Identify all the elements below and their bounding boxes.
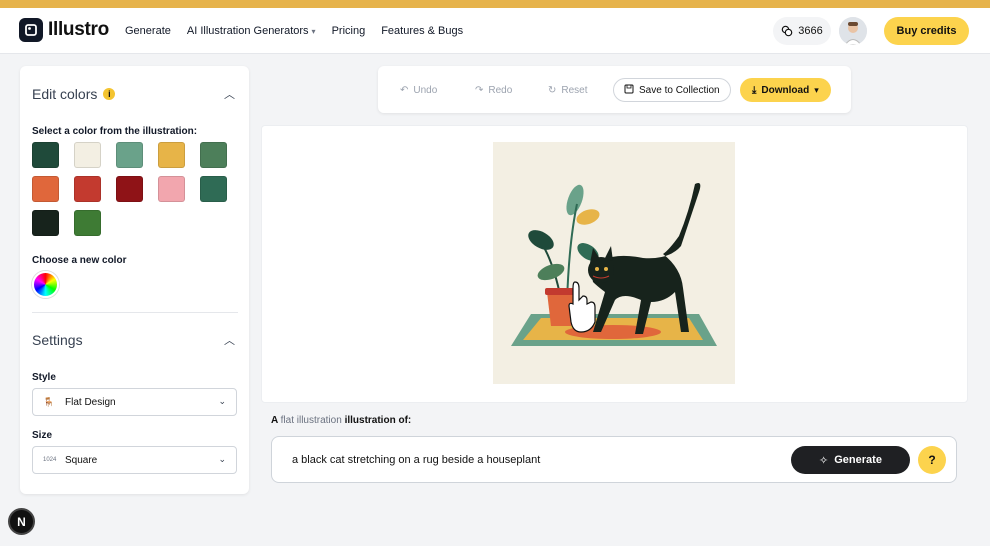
save-to-collection-button[interactable]: Save to Collection — [613, 78, 731, 102]
undo-button[interactable]: ↶ Undo — [400, 78, 437, 102]
credits-value: 3666 — [798, 25, 823, 37]
top-accent-bar — [0, 0, 990, 8]
new-color-label: Choose a new color — [32, 255, 127, 266]
info-icon[interactable]: i — [103, 88, 116, 100]
edit-colors-header[interactable]: Edit colors i — [32, 86, 116, 102]
settings-title: Settings — [32, 332, 83, 348]
nav-ai-generators-label: AI Illustration Generators — [186, 25, 309, 37]
dev-tools-badge[interactable]: N — [8, 508, 35, 535]
color-swatch[interactable] — [200, 142, 227, 168]
style-label: Style — [32, 372, 56, 383]
save-icon — [624, 84, 634, 97]
prompt-heading: A flat illustration illustration of: — [271, 415, 411, 426]
collapse-colors-chevron-icon[interactable]: ︿ — [224, 86, 235, 102]
prompt-input[interactable]: a black cat stretching on a rug beside a… — [292, 454, 540, 466]
chevron-down-icon: ⌄ — [218, 396, 226, 406]
user-avatar[interactable] — [839, 17, 867, 45]
nav-generate[interactable]: Generate — [125, 25, 171, 37]
undo-icon: ↶ — [400, 84, 409, 96]
reset-button[interactable]: ↻ Reset — [548, 78, 588, 102]
edit-toolbar: ↶ Undo ↷ Redo ↻ Reset Save to Collection ⤓ … — [378, 66, 851, 113]
reset-icon: ↻ — [548, 84, 557, 96]
select-color-label: Select a color from the illustration: — [32, 126, 198, 137]
logo-icon — [19, 18, 43, 42]
size-label: Size — [32, 430, 53, 441]
help-button[interactable]: ? — [918, 446, 946, 474]
color-swatch[interactable] — [74, 210, 101, 236]
color-swatch[interactable] — [74, 176, 101, 202]
chevron-down-icon: ▾ — [311, 26, 316, 36]
size-icon: 1024 — [43, 457, 57, 463]
generate-label: Generate — [834, 454, 882, 466]
settings-header[interactable]: Settings — [32, 332, 83, 348]
edit-colors-title: Edit colors — [32, 86, 98, 102]
color-swatch[interactable] — [116, 142, 143, 168]
save-label: Save to Collection — [639, 84, 720, 96]
size-value: Square — [65, 454, 98, 466]
chevron-down-icon: ⌄ — [218, 454, 226, 464]
flat-design-thumbnail-icon: 🪑 — [43, 396, 55, 407]
undo-label: Undo — [413, 84, 438, 96]
generated-illustration[interactable] — [493, 142, 735, 384]
size-select[interactable]: 1024 Square ⌄ — [32, 446, 237, 474]
buy-credits-button[interactable]: Buy credits — [884, 17, 969, 45]
nav-pricing[interactable]: Pricing — [332, 25, 366, 37]
main-nav: Generate AI Illustration Generators ▾ Pri… — [125, 25, 463, 37]
collapse-settings-chevron-icon[interactable]: ︿ — [224, 332, 235, 348]
section-divider — [32, 312, 238, 313]
download-button[interactable]: ⤓ Download ▾ — [740, 78, 831, 102]
prompt-input-box[interactable]: a black cat stretching on a rug beside a… — [271, 436, 957, 483]
color-swatch[interactable] — [32, 142, 59, 168]
chevron-down-icon: ▾ — [814, 84, 819, 95]
prompt-style-word[interactable]: flat illustration — [281, 415, 342, 426]
credits-counter[interactable]: 3666 — [773, 17, 831, 45]
color-swatch-grid — [32, 142, 227, 236]
redo-icon: ↷ — [475, 84, 484, 96]
download-label: Download — [761, 84, 810, 96]
nav-ai-generators[interactable]: AI Illustration Generators ▾ — [187, 25, 316, 37]
brand-name: Illustro — [48, 19, 109, 40]
color-swatch[interactable] — [32, 210, 59, 236]
color-swatch[interactable] — [200, 176, 227, 202]
sparkle-icon: ✧ — [819, 454, 829, 467]
style-select[interactable]: 🪑 Flat Design ⌄ — [32, 388, 237, 416]
download-icon: ⤓ — [752, 84, 757, 96]
color-swatch[interactable] — [32, 176, 59, 202]
nav-features-bugs[interactable]: Features & Bugs — [381, 25, 463, 37]
brand-logo[interactable]: Illustro — [19, 18, 109, 42]
color-swatch[interactable] — [158, 176, 185, 202]
editor-sidebar: Edit colors i ︿ Select a color from the … — [20, 66, 249, 494]
color-swatch[interactable] — [74, 142, 101, 168]
color-swatch[interactable] — [116, 176, 143, 202]
color-wheel-picker[interactable] — [32, 271, 59, 298]
coins-icon — [781, 25, 793, 37]
reset-label: Reset — [561, 84, 588, 96]
prompt-prefix: A — [271, 415, 278, 426]
color-swatch[interactable] — [158, 142, 185, 168]
top-navigation: Illustro Generate AI Illustration Genera… — [0, 8, 990, 54]
redo-button[interactable]: ↷ Redo — [475, 78, 512, 102]
prompt-suffix: illustration of: — [344, 415, 412, 426]
generate-button[interactable]: ✧ Generate — [791, 446, 910, 474]
style-value: Flat Design — [65, 396, 116, 408]
redo-label: Redo — [488, 84, 513, 96]
